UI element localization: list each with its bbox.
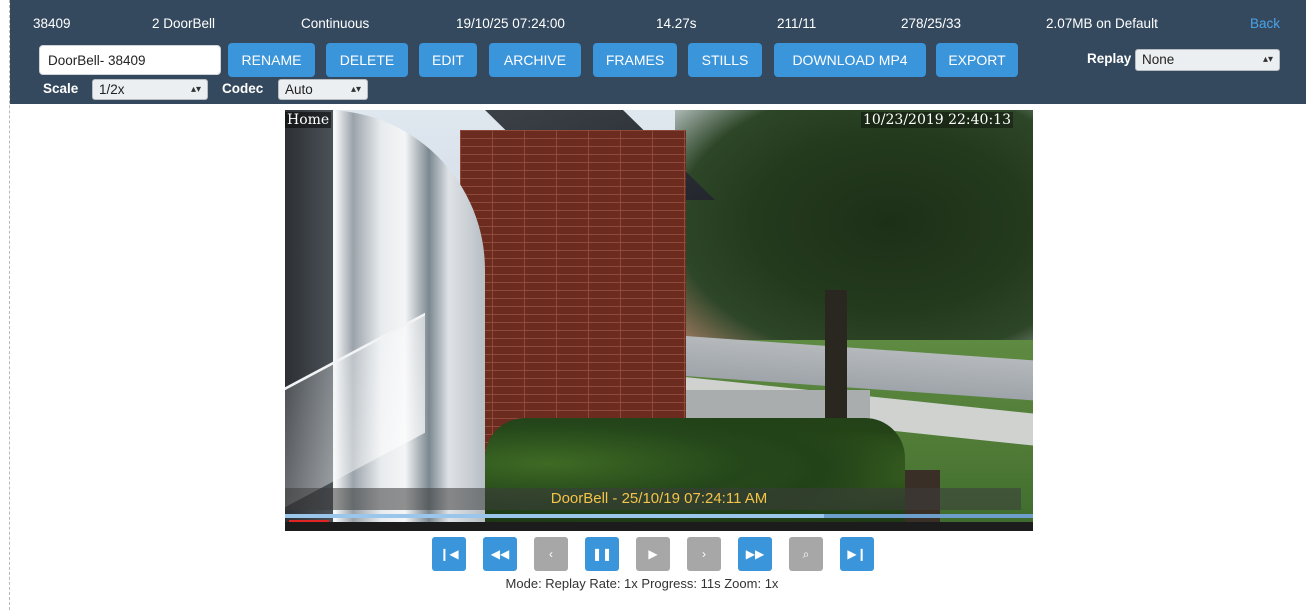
pause-icon: ❚❚	[591, 547, 613, 561]
codec-label: Codec	[222, 81, 264, 96]
playback-status: Mode: Replay Rate: 1x Progress: 11s Zoom…	[505, 576, 779, 591]
playback-controls: ❙◀ ◀◀ ‹ ❚❚ ▶ › ▶▶ ⌕ ▶❙	[432, 537, 892, 571]
codec-select[interactable]: Auto ▴▾	[278, 79, 368, 100]
play-icon: ▶	[648, 547, 658, 561]
video-frame-tree	[675, 110, 1033, 360]
video-frame-brick-wall	[460, 130, 686, 460]
skip-to-end-icon: ▶❙	[847, 547, 867, 561]
video-caption: DoorBell - 25/10/19 07:24:11 AM	[550, 490, 768, 507]
select-arrows-icon: ▴▾	[1262, 54, 1273, 65]
back-link[interactable]: Back	[1250, 16, 1280, 31]
stat-a: 211/11	[777, 16, 817, 31]
step-back-icon: ‹	[549, 547, 553, 561]
codec-select-value: Auto	[285, 82, 313, 97]
osd-timestamp: 10/23/2019 22:40:13	[860, 112, 1013, 128]
edit-button[interactable]: EDIT	[419, 43, 477, 77]
progress-fill	[285, 514, 824, 518]
event-header: 38409 2 DoorBell Continuous 19/10/25 07:…	[10, 0, 1306, 104]
scale-select[interactable]: 1/2x ▴▾	[92, 79, 208, 100]
duration: 14.27s	[656, 16, 697, 31]
export-button[interactable]: EXPORT	[936, 43, 1018, 77]
record-type: Continuous	[301, 16, 370, 31]
scale-select-value: 1/2x	[99, 82, 125, 97]
left-edge-border	[0, 0, 10, 610]
stills-button[interactable]: STILLS	[688, 43, 762, 77]
frames-button[interactable]: FRAMES	[593, 43, 677, 77]
rewind-icon: ◀◀	[490, 547, 510, 561]
zoom-button[interactable]: ⌕	[789, 537, 823, 571]
skip-to-start-icon: ❙◀	[439, 547, 459, 561]
osd-camera-label: Home	[285, 112, 332, 128]
step-back-button[interactable]: ‹	[534, 537, 568, 571]
scale-label: Scale	[43, 81, 79, 96]
replay-select[interactable]: None ▴▾	[1135, 49, 1280, 71]
skip-to-start-button[interactable]: ❙◀	[432, 537, 466, 571]
select-arrows-icon: ▴▾	[350, 84, 361, 95]
camera-id: 38409	[33, 16, 71, 31]
camera-name: 2 DoorBell	[152, 16, 216, 31]
select-arrows-icon: ▴▾	[190, 84, 201, 95]
fast-forward-button[interactable]: ▶▶	[738, 537, 772, 571]
replay-label: Replay	[1087, 51, 1132, 66]
file-size: 2.07MB on Default	[1046, 16, 1158, 31]
start-time: 19/10/25 07:24:00	[456, 16, 565, 31]
event-info-row: 38409 2 DoorBell Continuous 19/10/25 07:…	[10, 0, 1306, 40]
rewind-button[interactable]: ◀◀	[483, 537, 517, 571]
zoom-icon: ⌕	[802, 547, 810, 561]
skip-to-end-button[interactable]: ▶❙	[840, 537, 874, 571]
step-forward-button[interactable]: ›	[687, 537, 721, 571]
play-button[interactable]: ▶	[636, 537, 670, 571]
archive-button[interactable]: ARCHIVE	[489, 43, 581, 77]
stat-b: 278/25/33	[901, 16, 962, 31]
rename-button[interactable]: RENAME	[228, 43, 315, 77]
delete-button[interactable]: DELETE	[326, 43, 408, 77]
step-forward-icon: ›	[702, 547, 706, 561]
video-bottom-bar	[285, 522, 1033, 531]
fast-forward-icon: ▶▶	[745, 547, 765, 561]
video-player[interactable]: Home 10/23/2019 22:40:13 DoorBell - 25/1…	[285, 110, 1033, 531]
replay-select-value: None	[1142, 52, 1175, 67]
download-mp4-button[interactable]: DOWNLOAD MP4	[774, 43, 926, 77]
pause-button[interactable]: ❚❚	[585, 537, 619, 571]
event-name-input[interactable]	[39, 45, 221, 75]
